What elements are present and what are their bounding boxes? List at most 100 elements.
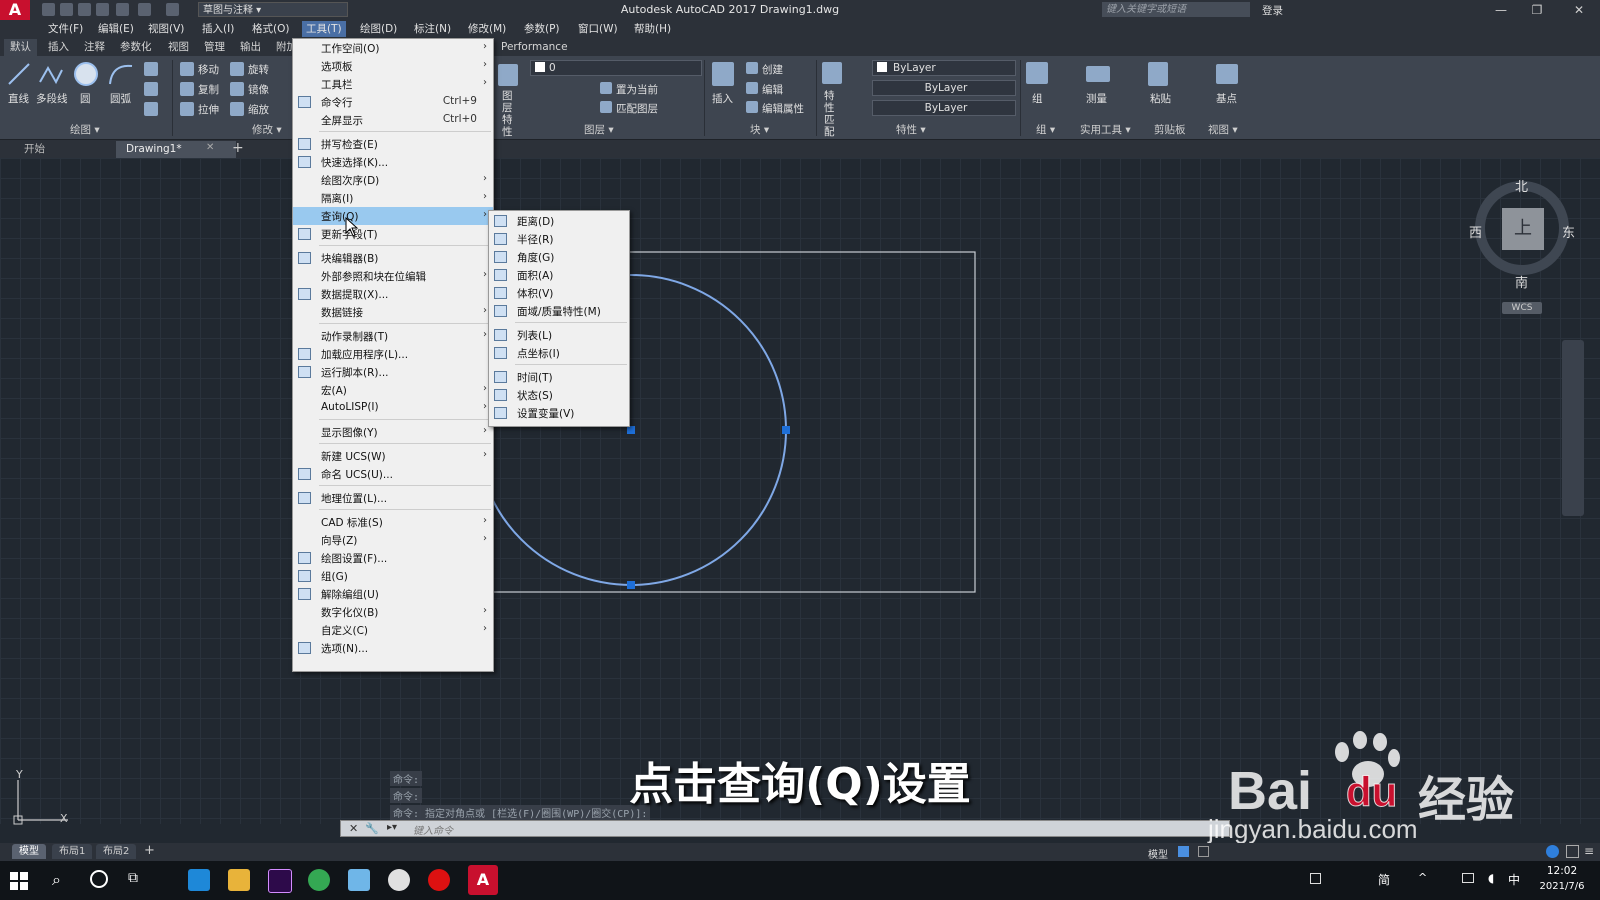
close-tab-icon[interactable]: ✕ [206,142,214,153]
new-file-icon[interactable] [42,3,55,16]
autocad-logo-icon[interactable]: A [0,0,30,20]
menu-item[interactable]: 显示图像(Y) › [293,423,493,441]
hardware-accel-icon[interactable] [1546,845,1559,858]
fullscreen-icon[interactable] [1566,845,1579,858]
color-dropdown[interactable]: ByLayer [872,60,1016,76]
redo-icon[interactable] [166,3,179,16]
mirror-icon[interactable] [230,82,244,96]
menu-item[interactable]: CAD 标准(S) › [293,513,493,531]
menu-window[interactable]: 窗口(W) [574,21,622,37]
menu-item[interactable]: 面积(A) [489,266,629,284]
menu-dimension[interactable]: 标注(N) [410,21,455,37]
menu-item[interactable]: 点坐标(I) [489,344,629,362]
menu-item[interactable]: 动作录制器(T) › [293,327,493,345]
file-explorer-icon[interactable] [228,869,250,891]
customize-status-icon[interactable]: ≡ [1584,844,1594,858]
save-as-icon[interactable] [96,3,109,16]
menu-file[interactable]: 文件(F) [44,21,87,37]
match-properties-icon[interactable] [822,62,842,84]
tab-layout1[interactable]: 布局1 [52,844,93,859]
rotate-icon[interactable] [230,62,244,76]
tray-show-hidden-icon[interactable]: ^ [1418,871,1427,884]
menu-item[interactable]: 体积(V) [489,284,629,302]
menu-help[interactable]: 帮助(H) [630,21,675,37]
viewcube-north[interactable]: 北 [1515,176,1528,195]
menu-item[interactable]: 绘图设置(F)... [293,549,493,567]
task-view-icon[interactable]: ⧉ [128,870,138,886]
menu-item[interactable]: 数字化仪(B) › [293,603,493,621]
tab-output[interactable]: 输出 [234,39,267,56]
tab-annotate[interactable]: 注释 [78,39,111,56]
add-layout-icon[interactable]: + [144,843,155,858]
menu-item[interactable]: 列表(L) [489,326,629,344]
menu-item[interactable]: 选项(N)... [293,639,493,657]
search-input[interactable]: 键入关键字或短语 [1102,2,1250,17]
panel-label-draw[interactable]: 绘图 ▾ [70,122,100,136]
copy-label[interactable]: 复制 [198,82,219,97]
menu-item[interactable]: 设置变量(V) [489,404,629,422]
menu-item[interactable]: 时间(T) [489,368,629,386]
menu-tools[interactable]: 工具(T) [302,21,346,37]
navigation-bar[interactable] [1562,340,1584,516]
tab-default[interactable]: 默认 [4,39,37,56]
grid-toggle-icon[interactable] [1178,846,1189,857]
menu-item[interactable]: 向导(Z) › [293,531,493,549]
viewcube-west[interactable]: 西 [1469,222,1482,241]
qq-icon[interactable] [388,869,410,891]
workspace-select[interactable]: 草图与注释 ▾ [198,2,348,17]
set-current-label[interactable]: 置为当前 [616,82,658,97]
base-point-icon[interactable] [1216,64,1238,84]
menu-item[interactable]: 加载应用程序(L)... [293,345,493,363]
edit-attributes-icon[interactable] [746,101,758,113]
line-tool-icon[interactable] [6,60,32,88]
menu-modify[interactable]: 修改(M) [464,21,510,37]
new-tab-icon[interactable]: + [232,140,244,156]
windows-start-icon[interactable] [10,872,28,890]
model-space-button[interactable]: 模型 [1148,846,1168,861]
match-layer-icon[interactable] [600,101,612,113]
menu-edit[interactable]: 编辑(E) [94,21,138,37]
premiere-icon[interactable] [268,869,292,893]
match-layer-label[interactable]: 匹配图层 [616,101,658,116]
menu-item[interactable]: 块编辑器(B) [293,249,493,267]
panel-label-layers[interactable]: 图层 ▾ [584,122,614,136]
panel-label-modify[interactable]: 修改 ▾ [252,122,282,136]
menu-insert[interactable]: 插入(I) [198,21,238,37]
tab-performance[interactable]: Performance [495,39,574,56]
stretch-label[interactable]: 拉伸 [198,102,219,117]
edge-browser-icon[interactable] [188,869,210,891]
scale-icon[interactable] [230,102,244,116]
print-icon[interactable] [116,3,129,16]
login-button[interactable]: 登录 [1262,3,1283,18]
menu-item[interactable]: 面域/质量特性(M) [489,302,629,320]
layer-properties-icon[interactable] [498,64,518,86]
notes-app-icon[interactable] [348,869,370,891]
tray-keyboard-icon[interactable] [1310,873,1321,884]
chrome-icon[interactable] [308,869,330,891]
create-block-label[interactable]: 创建 [762,62,783,77]
ime-mode[interactable]: 简 [1378,871,1390,888]
layer-dropdown[interactable]: 0 [530,60,702,76]
save-icon[interactable] [78,3,91,16]
panel-label-properties[interactable]: 特性 ▾ [896,122,926,136]
edit-block-icon[interactable] [746,82,758,94]
circle-tool-icon[interactable] [72,60,100,88]
menu-item[interactable]: 拼写检查(E) [293,135,493,153]
arc-tool-icon[interactable] [106,60,134,88]
tab-start[interactable]: 开始 [14,141,114,158]
viewcube-east[interactable]: 东 [1562,222,1575,241]
recent-commands-icon[interactable]: ▸▾ [387,822,397,833]
menu-item[interactable]: 新建 UCS(W) › [293,447,493,465]
menu-item[interactable]: 自定义(C) › [293,621,493,639]
stretch-icon[interactable] [180,102,194,116]
paste-icon[interactable] [1148,62,1168,86]
close-command-icon[interactable]: ✕ [349,822,358,835]
screen-recorder-icon[interactable] [428,869,450,891]
mirror-label[interactable]: 镜像 [248,82,269,97]
menu-item[interactable]: 隔离(I) › [293,189,493,207]
create-block-icon[interactable] [746,62,758,74]
group-tool-icon[interactable] [1026,62,1048,84]
customize-command-icon[interactable]: 🔧 [365,822,379,835]
tab-model[interactable]: 模型 [12,844,46,859]
menu-item[interactable]: 半径(R) [489,230,629,248]
